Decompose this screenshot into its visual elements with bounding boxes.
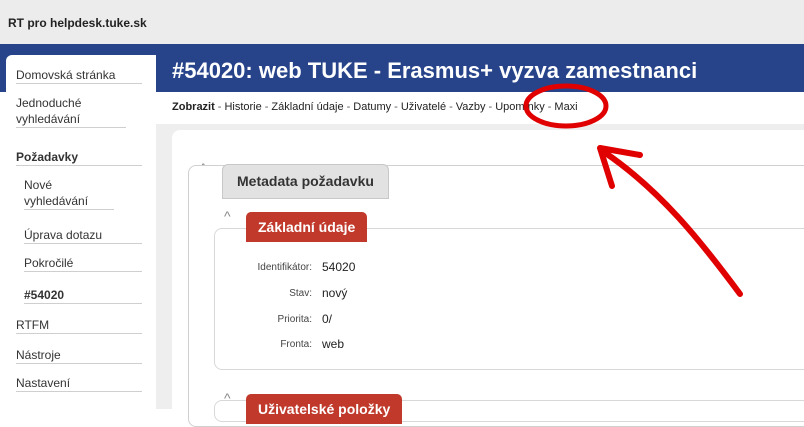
nav-basics[interactable]: Základní údaje bbox=[271, 101, 343, 113]
sidebar-item-current-ticket[interactable]: #54020 bbox=[24, 287, 142, 304]
nav-separator: - bbox=[449, 101, 453, 113]
sidebar-item-edit-query[interactable]: Úprava dotazu bbox=[24, 227, 142, 244]
nav-dates[interactable]: Datumy bbox=[353, 101, 391, 113]
user-fields-panel-title: Uživatelské položky bbox=[246, 394, 403, 424]
nav-separator: - bbox=[264, 101, 269, 113]
field-label-id: Identifikátor: bbox=[257, 262, 312, 273]
field-value-id: 54020 bbox=[322, 260, 356, 274]
sidebar-item-advanced[interactable]: Pokročilé bbox=[24, 255, 142, 272]
sidebar-item-settings[interactable]: Nastavení bbox=[16, 375, 142, 392]
sidebar-item-home[interactable]: Domovská stránka bbox=[16, 67, 142, 84]
window-titlebar: RT pro helpdesk.tuke.sk bbox=[0, 0, 804, 45]
sidebar-item-simple-search[interactable]: Jednoduché vyhledávání bbox=[16, 95, 126, 128]
field-label-queue: Fronta: bbox=[280, 339, 312, 350]
field-label-status: Stav: bbox=[289, 288, 312, 299]
nav-separator: - bbox=[488, 101, 493, 113]
collapse-basics-icon[interactable]: ^ bbox=[224, 208, 231, 224]
nav-separator: - bbox=[547, 101, 552, 113]
nav-display[interactable]: Zobrazit bbox=[172, 101, 215, 113]
page-title: #54020: web TUKE - Erasmus+ vyzva zamest… bbox=[172, 58, 698, 83]
field-value-status: nový bbox=[322, 286, 348, 300]
nav-history[interactable]: Historie bbox=[224, 101, 261, 113]
basics-panel-title: Základní údaje bbox=[246, 212, 368, 242]
sidebar-item-rtfm[interactable]: RTFM bbox=[16, 317, 142, 334]
field-label-priority: Priorita: bbox=[277, 314, 312, 325]
sidebar-item-tickets[interactable]: Požadavky bbox=[16, 149, 142, 166]
nav-reminders[interactable]: Upomínky bbox=[495, 101, 545, 113]
nav-separator: - bbox=[346, 101, 351, 113]
field-value-priority: 0/ bbox=[322, 312, 333, 326]
nav-separator: - bbox=[217, 101, 222, 113]
sidebar-item-new-search[interactable]: Nové vyhledávání bbox=[24, 177, 114, 210]
nav-maxi[interactable]: Maxi bbox=[554, 101, 577, 113]
ticket-nav-links: Zobrazit - Historie - Základní údaje - Datumy -… bbox=[172, 101, 578, 113]
nav-people[interactable]: Uživatelé bbox=[401, 101, 446, 113]
field-value-queue: web bbox=[322, 337, 345, 351]
app-title: RT pro helpdesk.tuke.sk bbox=[8, 16, 147, 30]
nav-separator: - bbox=[394, 101, 398, 113]
nav-links[interactable]: Vazby bbox=[456, 101, 486, 113]
sidebar-item-tools[interactable]: Nástroje bbox=[16, 347, 142, 364]
sidebar: Domovská stránka Jednoduché vyhledávání … bbox=[6, 55, 156, 409]
metadata-panel-title: Metadata požadavku bbox=[222, 164, 389, 199]
